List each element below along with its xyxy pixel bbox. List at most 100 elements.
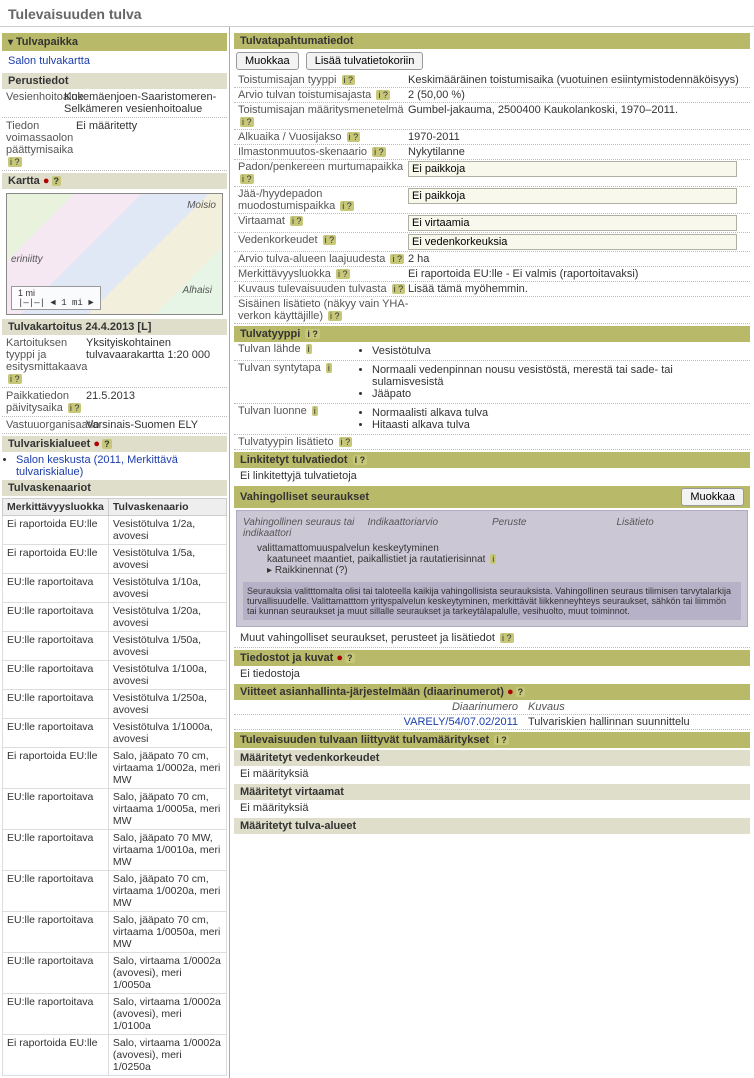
tulvan-luonne-label: Tulvan luonne i [238, 405, 358, 433]
info-icon[interactable]: i ? [240, 174, 254, 184]
info-icon[interactable]: i ? [290, 216, 304, 226]
info-icon[interactable]: i ? [323, 235, 337, 245]
cell-sken: Salo, virtaama 1/0002a (avovesi), meri 1… [108, 994, 226, 1035]
vah-row: kaatuneet maantiet, paikallistiet ja rau… [267, 554, 741, 565]
table-row[interactable]: EU:lle raportoitavaVesistötulva 1/10a, a… [3, 574, 227, 603]
field-label: Alkuaika / Vuosijakso i ? [238, 131, 408, 143]
list-item: Vesistötulva [372, 345, 746, 357]
info-icon[interactable]: i [490, 554, 496, 564]
table-row[interactable]: EU:lle raportoitavaSalo, virtaama 1/0002… [3, 953, 227, 994]
list-item: Normaalisti alkava tulva [372, 407, 746, 419]
map-scale[interactable]: 1 mi |—|—| ◄ 1 mi ► [11, 286, 101, 310]
salon-tulvakartta-link[interactable]: Salon tulvakartta [8, 55, 90, 67]
info-icon[interactable]: i ? [336, 269, 350, 279]
paikkatiedon-value: 21.5.2013 [86, 390, 223, 414]
tulvatyyppi-header: Tulvatyyppi i ? [234, 326, 750, 342]
table-row[interactable]: EU:lle raportoitavaSalo, virtaama 1/0002… [3, 994, 227, 1035]
vah-head-2: Indikaattoriarvio [368, 517, 493, 539]
diaarinumero-link[interactable]: VARELY/54/07.02/2011 [404, 716, 518, 728]
info-icon[interactable]: ? [52, 176, 62, 186]
warning-icon: ● [507, 686, 514, 698]
table-row[interactable]: Ei raportoida EU:lleSalo, jääpato 70 cm,… [3, 748, 227, 789]
field-input[interactable] [408, 188, 737, 204]
field-label: Arvio tulvan toistumisajasta i ? [238, 89, 408, 101]
info-icon[interactable]: i ? [372, 147, 386, 157]
riskialue-link[interactable]: Salon keskusta (2011, Merkittävä tulvari… [16, 454, 178, 478]
table-row[interactable]: EU:lle raportoitavaVesistötulva 1/100a, … [3, 661, 227, 690]
tulvan-syntytapa-label: Tulvan syntytapa i [238, 362, 358, 402]
info-icon[interactable]: i ? [500, 633, 514, 643]
list-item: Hitaasti alkava tulva [372, 419, 746, 431]
vahingolliset-header: Vahingolliset seuraukset [240, 491, 369, 503]
info-icon[interactable]: i ? [305, 329, 320, 339]
tulvapaikka-header[interactable]: Tulvapaikka [2, 33, 227, 51]
info-icon[interactable]: i ? [353, 455, 368, 465]
cell-sken: Vesistötulva 1/50a, avovesi [108, 632, 226, 661]
table-row[interactable]: Ei raportoida EU:lleVesistötulva 1/2a, a… [3, 516, 227, 545]
info-icon[interactable]: i ? [339, 437, 353, 447]
info-icon[interactable]: i ? [340, 201, 354, 211]
field-value: 1970-2011 [408, 131, 746, 143]
sisainen-lisatieto-label: Sisäinen lisätieto (näkyy vain YHA-verko… [238, 298, 428, 322]
field-value: 2 (50,00 %) [408, 89, 746, 101]
table-row[interactable]: EU:lle raportoitavaVesistötulva 1/1000a,… [3, 719, 227, 748]
info-icon[interactable]: i [326, 363, 332, 373]
vesienhoitoalue-label: Vesienhoitoalue [6, 91, 64, 115]
table-row[interactable]: EU:lle raportoitavaSalo, jääpato 70 cm, … [3, 912, 227, 953]
cell-merk: EU:lle raportoitava [3, 690, 109, 719]
info-icon[interactable]: ? [516, 687, 526, 697]
field-label: Ilmastonmuutos-skenaario i ? [238, 146, 408, 158]
skenaariot-table: Merkittävyysluokka Tulvaskenaario Ei rap… [2, 498, 227, 1076]
muokkaa-button[interactable]: Muokkaa [236, 52, 299, 70]
lisaa-tulvatietokoriin-button[interactable]: Lisää tulvatietokoriin [306, 52, 424, 70]
field-input[interactable] [408, 234, 737, 250]
table-row[interactable]: Ei raportoida EU:lleVesistötulva 1/5a, a… [3, 545, 227, 574]
info-icon[interactable]: i ? [240, 117, 254, 127]
table-row[interactable]: EU:lle raportoitavaSalo, jääpato 70 cm, … [3, 789, 227, 830]
muut-vah-label: Muut vahingolliset seuraukset, perusteet… [234, 629, 750, 648]
tuivaan-header: Tulevaisuuden tulvaan liittyvät tulvamää… [234, 732, 750, 748]
muokkaa-vah-button[interactable]: Muokkaa [681, 488, 744, 506]
vastuu-value: Varsinais-Suomen ELY [86, 419, 223, 431]
table-row[interactable]: EU:lle raportoitavaSalo, jääpato 70 cm, … [3, 871, 227, 912]
info-icon[interactable]: i [312, 406, 318, 416]
kuvaus-label: Kuvaus tulevaisuuden tulvasta i ? [238, 283, 408, 295]
cell-sken: Vesistötulva 1/5a, avovesi [108, 545, 226, 574]
maar-vedenk-none: Ei määrityksiä [234, 766, 750, 782]
field-label: Vedenkorkeudet i ? [238, 234, 408, 250]
cell-merk: EU:lle raportoitava [3, 994, 109, 1035]
info-icon[interactable]: i ? [342, 75, 356, 85]
info-icon[interactable]: ? [345, 653, 355, 663]
cell-merk: Ei raportoida EU:lle [3, 516, 109, 545]
info-icon[interactable]: i ? [8, 157, 22, 167]
info-icon[interactable]: i [306, 344, 312, 354]
info-icon[interactable]: i ? [8, 374, 22, 384]
info-icon[interactable]: i ? [347, 132, 361, 142]
table-row[interactable]: EU:lle raportoitavaSalo, jääpato 70 MW, … [3, 830, 227, 871]
field-value: Gumbel-jakauma, 2500400 Kaukolankoski, 1… [408, 104, 746, 128]
info-icon[interactable]: i ? [392, 284, 406, 294]
maar-alueet-header: Määritetyt tulva-alueet [234, 818, 750, 834]
table-row[interactable]: EU:lle raportoitavaVesistötulva 1/20a, a… [3, 603, 227, 632]
info-icon[interactable]: i ? [376, 90, 390, 100]
paikkatiedon-label: Paikkatiedon päivitysaika i ? [6, 390, 86, 414]
cell-sken: Vesistötulva 1/2a, avovesi [108, 516, 226, 545]
info-icon[interactable]: i ? [494, 735, 509, 745]
field-input[interactable] [408, 161, 737, 177]
skenaariot-th-sken: Tulvaskenaario [108, 499, 226, 516]
table-row[interactable]: EU:lle raportoitavaVesistötulva 1/250a, … [3, 690, 227, 719]
info-icon[interactable]: i ? [390, 254, 404, 264]
map-widget[interactable]: Moisio eriniitty Alhaisi 1 mi |—|—| ◄ 1 … [6, 193, 223, 315]
info-icon[interactable]: i ? [68, 403, 82, 413]
cell-sken: Salo, jääpato 70 cm, virtaama 1/0002a, m… [108, 748, 226, 789]
table-row[interactable]: EU:lle raportoitavaVesistötulva 1/50a, a… [3, 632, 227, 661]
info-icon[interactable]: ? [102, 439, 112, 449]
info-icon[interactable]: i ? [328, 311, 342, 321]
cell-merk: EU:lle raportoitava [3, 632, 109, 661]
table-row[interactable]: Ei raportoida EU:lleSalo, virtaama 1/000… [3, 1035, 227, 1076]
merk-luokka-label: Merkittävyysluokka i ? [238, 268, 408, 280]
merk-luokka-value: Ei raportoida EU:lle - Ei valmis (raport… [408, 268, 746, 280]
map-place-moisio: Moisio [187, 200, 216, 211]
arvio-laajuus-value: 2 ha [408, 253, 746, 265]
field-input[interactable] [408, 215, 737, 231]
